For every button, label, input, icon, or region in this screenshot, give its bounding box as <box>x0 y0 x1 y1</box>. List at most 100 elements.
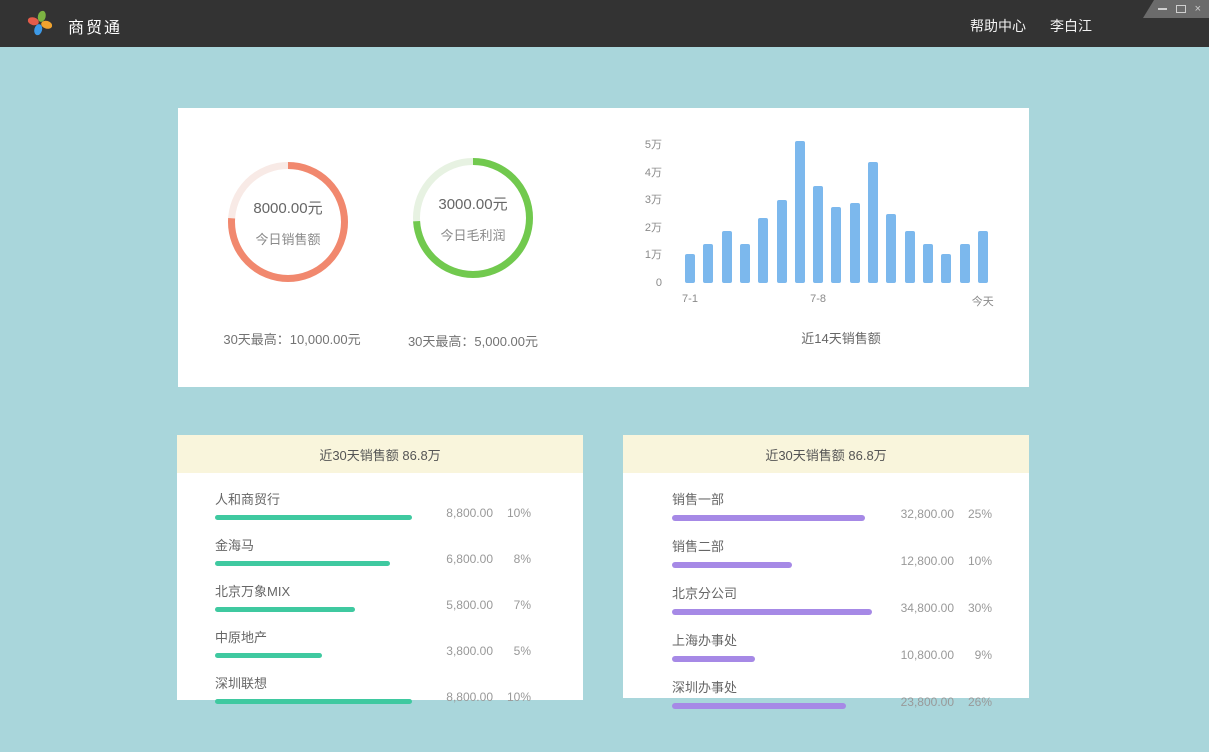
x-axis-tick-label: 7-1 <box>682 293 698 305</box>
x-axis-tick-label: 7-8 <box>810 293 826 305</box>
sales-bar <box>795 141 805 283</box>
row-progress-bar <box>672 703 846 709</box>
row-progress-bar <box>215 653 322 658</box>
y-axis-tick-label: 0 <box>656 277 662 289</box>
row-progress-bar <box>672 609 872 615</box>
row-progress-bar <box>215 699 412 704</box>
sales-bar <box>703 244 713 283</box>
customers-list: 人和商贸行8,800.0010%金海马6,800.008%北京万象MIX5,80… <box>177 473 583 704</box>
row-values: 5,800.007% <box>421 598 531 612</box>
sales-bar <box>777 200 787 283</box>
row-percent: 30% <box>954 601 992 615</box>
maximize-icon[interactable] <box>1176 5 1186 13</box>
customers-sales-card: 近30天销售额 86.8万 人和商贸行8,800.0010% 金海马6,800.0… <box>177 435 583 700</box>
row-amount: 10,800.00 <box>882 648 954 662</box>
user-name-link[interactable]: 李白江 <box>1050 16 1092 36</box>
sales-bar <box>923 244 933 283</box>
row-values: 10,800.009% <box>882 648 992 662</box>
row-values: 34,800.0030% <box>882 601 992 615</box>
row-name: 中原地产 <box>215 627 421 646</box>
row-name: 销售二部 <box>672 536 882 555</box>
bar-chart-y-axis: 01万2万3万4万5万 <box>626 133 662 283</box>
row-name: 销售一部 <box>672 489 882 508</box>
sales-bar <box>758 218 768 283</box>
app-logo-icon <box>26 9 54 37</box>
bar-chart-x-axis: 7-1 7-8 今天 <box>685 293 997 307</box>
departments-row: 深圳办事处23,800.0026% <box>672 677 992 709</box>
titlebar-nav: 帮助中心 李白江 <box>970 16 1092 36</box>
row-name: 金海马 <box>215 535 421 554</box>
row-percent: 10% <box>493 690 531 704</box>
y-axis-tick-label: 5万 <box>645 139 662 151</box>
y-axis-tick-label: 3万 <box>645 194 662 206</box>
window-controls: × <box>1143 0 1209 18</box>
sales-bar <box>722 231 732 283</box>
row-values: 32,800.0025% <box>882 507 992 521</box>
today-sales-donut-text: 8000.00元 今日销售额 <box>225 159 351 285</box>
today-sales-value: 8000.00元 <box>253 197 322 218</box>
y-axis-tick-label: 4万 <box>645 167 662 179</box>
bar-chart-title: 近14天销售额 <box>685 328 997 347</box>
row-amount: 32,800.00 <box>882 507 954 521</box>
row-percent: 10% <box>493 506 531 520</box>
today-profit-donut-text: 3000.00元 今日毛利润 <box>410 155 536 281</box>
sales-bar <box>685 254 695 283</box>
x-axis-tick-label: 今天 <box>972 293 994 309</box>
row-values: 6,800.008% <box>421 552 531 566</box>
help-center-link[interactable]: 帮助中心 <box>970 16 1026 36</box>
row-progress-bar <box>672 515 865 521</box>
row-progress-bar <box>672 562 792 568</box>
today-profit-donut: 3000.00元 今日毛利润 <box>410 155 536 281</box>
minimize-icon[interactable] <box>1158 8 1167 10</box>
sales-bar <box>868 162 878 283</box>
sales-bar <box>978 231 988 283</box>
departments-row: 上海办事处10,800.009% <box>672 630 992 662</box>
row-percent: 25% <box>954 507 992 521</box>
y-axis-tick-label: 2万 <box>645 222 662 234</box>
row-values: 8,800.0010% <box>421 690 531 704</box>
overview-card: 8000.00元 今日销售额 30天最高：10,000.00元 3000.00元… <box>178 108 1029 387</box>
customers-row: 深圳联想8,800.0010% <box>215 673 531 704</box>
row-percent: 9% <box>954 648 992 662</box>
sales-bar <box>960 244 970 283</box>
bar-chart-plot <box>685 133 997 283</box>
sales-bar <box>850 203 860 283</box>
today-sales-label: 今日销售额 <box>255 229 320 248</box>
row-name: 北京分公司 <box>672 583 882 602</box>
customers-row: 中原地产3,800.005% <box>215 627 531 658</box>
customers-row: 人和商贸行8,800.0010% <box>215 489 531 520</box>
customers-row: 北京万象MIX5,800.007% <box>215 581 531 612</box>
customers-row: 金海马6,800.008% <box>215 535 531 566</box>
sales-bar <box>813 186 823 283</box>
row-percent: 8% <box>493 552 531 566</box>
titlebar: 商贸通 帮助中心 李白江 × <box>0 0 1209 47</box>
row-name: 北京万象MIX <box>215 581 421 600</box>
today-profit-value: 3000.00元 <box>438 193 507 214</box>
row-values: 3,800.005% <box>421 644 531 658</box>
today-profit-label: 今日毛利润 <box>440 225 505 244</box>
today-sales-donut: 8000.00元 今日销售额 <box>225 159 351 285</box>
row-amount: 8,800.00 <box>421 690 493 704</box>
sales-bar <box>905 231 915 283</box>
row-progress-bar <box>672 656 755 662</box>
close-icon[interactable]: × <box>1195 4 1201 14</box>
row-values: 23,800.0026% <box>882 695 992 709</box>
row-amount: 12,800.00 <box>882 554 954 568</box>
departments-sales-card: 近30天销售额 86.8万 销售一部32,800.0025% 销售二部12,800… <box>623 435 1029 698</box>
sales-bar <box>740 244 750 283</box>
customers-card-header: 近30天销售额 86.8万 <box>177 435 583 473</box>
row-amount: 34,800.00 <box>882 601 954 615</box>
row-amount: 3,800.00 <box>421 644 493 658</box>
departments-list: 销售一部32,800.0025%销售二部12,800.0010%北京分公司34,… <box>623 473 1029 709</box>
row-percent: 26% <box>954 695 992 709</box>
row-progress-bar <box>215 607 355 612</box>
departments-row: 销售一部32,800.0025% <box>672 489 992 521</box>
row-name: 人和商贸行 <box>215 489 421 508</box>
app-title: 商贸通 <box>68 14 122 38</box>
departments-card-header: 近30天销售额 86.8万 <box>623 435 1029 473</box>
sales-bar <box>941 254 951 283</box>
sales-bar <box>831 207 841 283</box>
y-axis-tick-label: 1万 <box>645 249 662 261</box>
row-amount: 6,800.00 <box>421 552 493 566</box>
sales-bar <box>886 214 896 283</box>
